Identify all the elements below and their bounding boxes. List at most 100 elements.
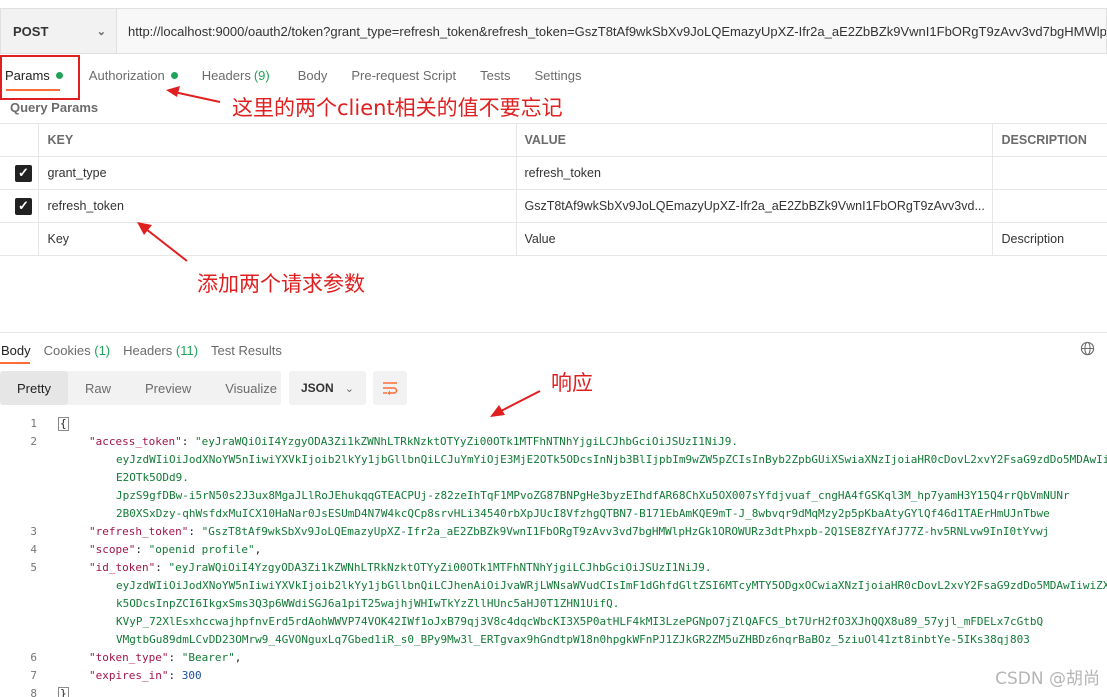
code-text: eyJzdWIiOiJodXNoYW5nIiwiYXVkIjoib2lkYy1j…: [116, 577, 1107, 595]
view-pretty-button[interactable]: Pretty: [0, 371, 68, 405]
annotation-response-note: 响应: [551, 371, 593, 395]
json-colon: :: [188, 525, 202, 538]
json-key: "refresh_token": [89, 525, 189, 538]
description-placeholder[interactable]: Description: [1002, 232, 1107, 246]
active-tab-indicator: [0, 362, 30, 364]
view-preview-button[interactable]: Preview: [128, 373, 208, 403]
tab-authorization[interactable]: Authorization: [89, 68, 178, 83]
code-text: k5ODcsInpZCI6IkgxSms3Q3p6WWdiSGJ6a1piT25…: [116, 595, 619, 613]
json-colon: :: [155, 561, 169, 574]
annotation-params-note: 添加两个请求参数: [197, 272, 365, 296]
method-label: POST: [13, 23, 49, 39]
header-description: DESCRIPTION: [991, 123, 1107, 157]
tab-response-headers[interactable]: Headers (11): [123, 343, 198, 358]
json-key: "token_type": [89, 651, 169, 664]
arrow-icon: [137, 222, 188, 262]
line-number: 4: [30, 543, 37, 556]
checkbox-checked-icon[interactable]: ✓: [15, 164, 32, 182]
tab-tests[interactable]: Tests: [480, 68, 510, 83]
code-text: 2B0XSxDzy-qhWsfdxMuICX10HaNar0JsESUmD4N7…: [116, 505, 1050, 523]
param-value[interactable]: refresh_token: [525, 166, 987, 180]
tab-count: (9): [253, 67, 270, 83]
param-value[interactable]: GszT8tAf9wkSbXv9JoLQEmazyUpXZ-Ifr2a_aE2Z…: [525, 199, 987, 213]
code-line: KVyP_72XlEsxhccwajhpfnvErd5rdAohWWVP74VO…: [0, 613, 1107, 631]
param-key[interactable]: grant_type: [48, 166, 510, 180]
code-text: "id_token": "eyJraWQiOiI4YzgyODA3Zi1kZWN…: [89, 559, 712, 577]
param-key[interactable]: refresh_token: [48, 199, 510, 213]
code-text: VMgtbGu89dmLCvDD23OMrw9_4GVONguxLq7Gbed1…: [116, 631, 1030, 649]
code-line: 5 "id_token": "eyJraWQiOiI4YzgyODA3Zi1kZW…: [0, 559, 1107, 577]
json-string-continued: VMgtbGu89dmLCvDD23OMrw9_4GVONguxLq7Gbed1…: [116, 633, 1030, 646]
wrap-lines-icon: [383, 382, 398, 395]
json-string-continued: JpzS9gfDBw-i5rN50s2J3ux8MgaJLlRoJEhukqqG…: [116, 489, 1070, 502]
json-key: "access_token": [89, 435, 182, 448]
method-select[interactable]: POST ⌄: [0, 8, 116, 54]
code-line: k5ODcsInpZCI6IkgxSms3Q3p6WWdiSGJ6a1piT25…: [0, 595, 1107, 613]
code-line: 4 "scope": "openid profile",: [0, 541, 1107, 559]
tab-headers[interactable]: Headers (9): [202, 68, 270, 83]
code-line: 6 "token_type": "Bearer",: [0, 649, 1107, 667]
line-number: 7: [30, 669, 37, 682]
globe-icon[interactable]: [1080, 341, 1095, 356]
tab-test-results[interactable]: Test Results: [211, 343, 282, 358]
tab-pre-request-script[interactable]: Pre-request Script: [351, 68, 456, 83]
line-number: 5: [30, 561, 37, 574]
format-select[interactable]: JSON ⌄: [289, 371, 366, 405]
json-key: "expires_in": [89, 669, 169, 682]
line-number: 6: [30, 651, 37, 664]
code-text: "access_token": "eyJraWQiOiI4YzgyODA3Zi1…: [89, 433, 738, 451]
tab-body[interactable]: Body: [298, 68, 328, 83]
line-number: 2: [30, 435, 37, 448]
json-comma: ,: [234, 651, 242, 664]
format-label: JSON: [301, 381, 334, 395]
table-header-row: KEY VALUE DESCRIPTION: [0, 123, 1107, 157]
code-line: E2OTk5ODd9.: [0, 469, 1107, 487]
response-body-code[interactable]: 1{2 "access_token": "eyJraWQiOiI4YzgyODA3…: [0, 415, 1107, 697]
code-line: 7 "expires_in": 300: [0, 667, 1107, 685]
json-string-continued: KVyP_72XlEsxhccwajhpfnvErd5rdAohWWVP74VO…: [116, 615, 1044, 628]
json-colon: :: [181, 435, 195, 448]
code-text: }: [58, 685, 69, 697]
line-number: 8: [30, 687, 37, 697]
json-string-value: "GszT8tAf9wkSbXv9JoLQEmazyUpXZ-Ifr2a_aE2…: [201, 525, 1050, 538]
tab-settings[interactable]: Settings: [534, 68, 581, 83]
highlight-box: [0, 55, 80, 100]
code-line: 1{: [0, 415, 1107, 433]
code-text: {: [58, 415, 69, 433]
key-placeholder[interactable]: Key: [48, 232, 510, 246]
view-visualize-button[interactable]: Visualize: [208, 373, 294, 403]
header-value: VALUE: [515, 123, 992, 157]
response-view-toolbar: Pretty Raw Preview Visualize JSON ⌄: [0, 371, 407, 405]
query-params-title: Query Params: [10, 100, 99, 115]
wrap-lines-button[interactable]: [373, 371, 407, 405]
value-placeholder[interactable]: Value: [525, 232, 987, 246]
code-line: eyJzdWIiOiJodXNoYW5nIiwiYXVkIjoib2lkYy1j…: [0, 577, 1107, 595]
line-number: 1: [30, 417, 37, 430]
view-raw-button[interactable]: Raw: [68, 373, 128, 403]
checkbox-checked-icon[interactable]: ✓: [15, 197, 32, 215]
divider: [0, 332, 1107, 333]
code-text: E2OTk5ODd9.: [116, 469, 189, 487]
tab-label: Tests: [480, 67, 511, 83]
json-string-continued: eyJzdWIiOiJodXNoYW5nIiwiYXVkIjoib2lkYy1j…: [116, 453, 1107, 466]
tab-response-body[interactable]: Body: [1, 343, 31, 358]
chevron-down-icon: ⌄: [96, 25, 106, 38]
json-string-value: "openid profile": [148, 543, 255, 556]
url-input[interactable]: http://localhost:9000/oauth2/token?grant…: [116, 8, 1107, 54]
code-line: 3 "refresh_token": "GszT8tAf9wkSbXv9JoLQE…: [0, 523, 1107, 541]
arrow-icon: [166, 86, 221, 103]
tab-label: Pre-request Script: [351, 67, 457, 83]
code-text: KVyP_72XlEsxhccwajhpfnvErd5rdAohWWVP74VO…: [116, 613, 1043, 631]
code-line: VMgtbGu89dmLCvDD23OMrw9_4GVONguxLq7Gbed1…: [0, 631, 1107, 649]
code-line: 2B0XSxDzy-qhWsfdxMuICX10HaNar0JsESUmD4N7…: [0, 505, 1107, 523]
status-dot-icon: [170, 71, 178, 79]
tab-cookies[interactable]: Cookies (1): [44, 343, 110, 358]
tab-label: Settings: [534, 67, 582, 83]
json-comma: ,: [254, 543, 262, 556]
tab-count: (11): [175, 342, 199, 358]
json-key: "id_token": [89, 561, 156, 574]
code-line: 2 "access_token": "eyJraWQiOiI4YzgyODA3Zi…: [0, 433, 1107, 451]
tab-count: (1): [94, 342, 111, 358]
json-string-value: "eyJraWQiOiI4YzgyODA3Zi1kZWNhLTRkNzktOTY…: [168, 561, 712, 574]
json-brace: {: [58, 417, 69, 431]
